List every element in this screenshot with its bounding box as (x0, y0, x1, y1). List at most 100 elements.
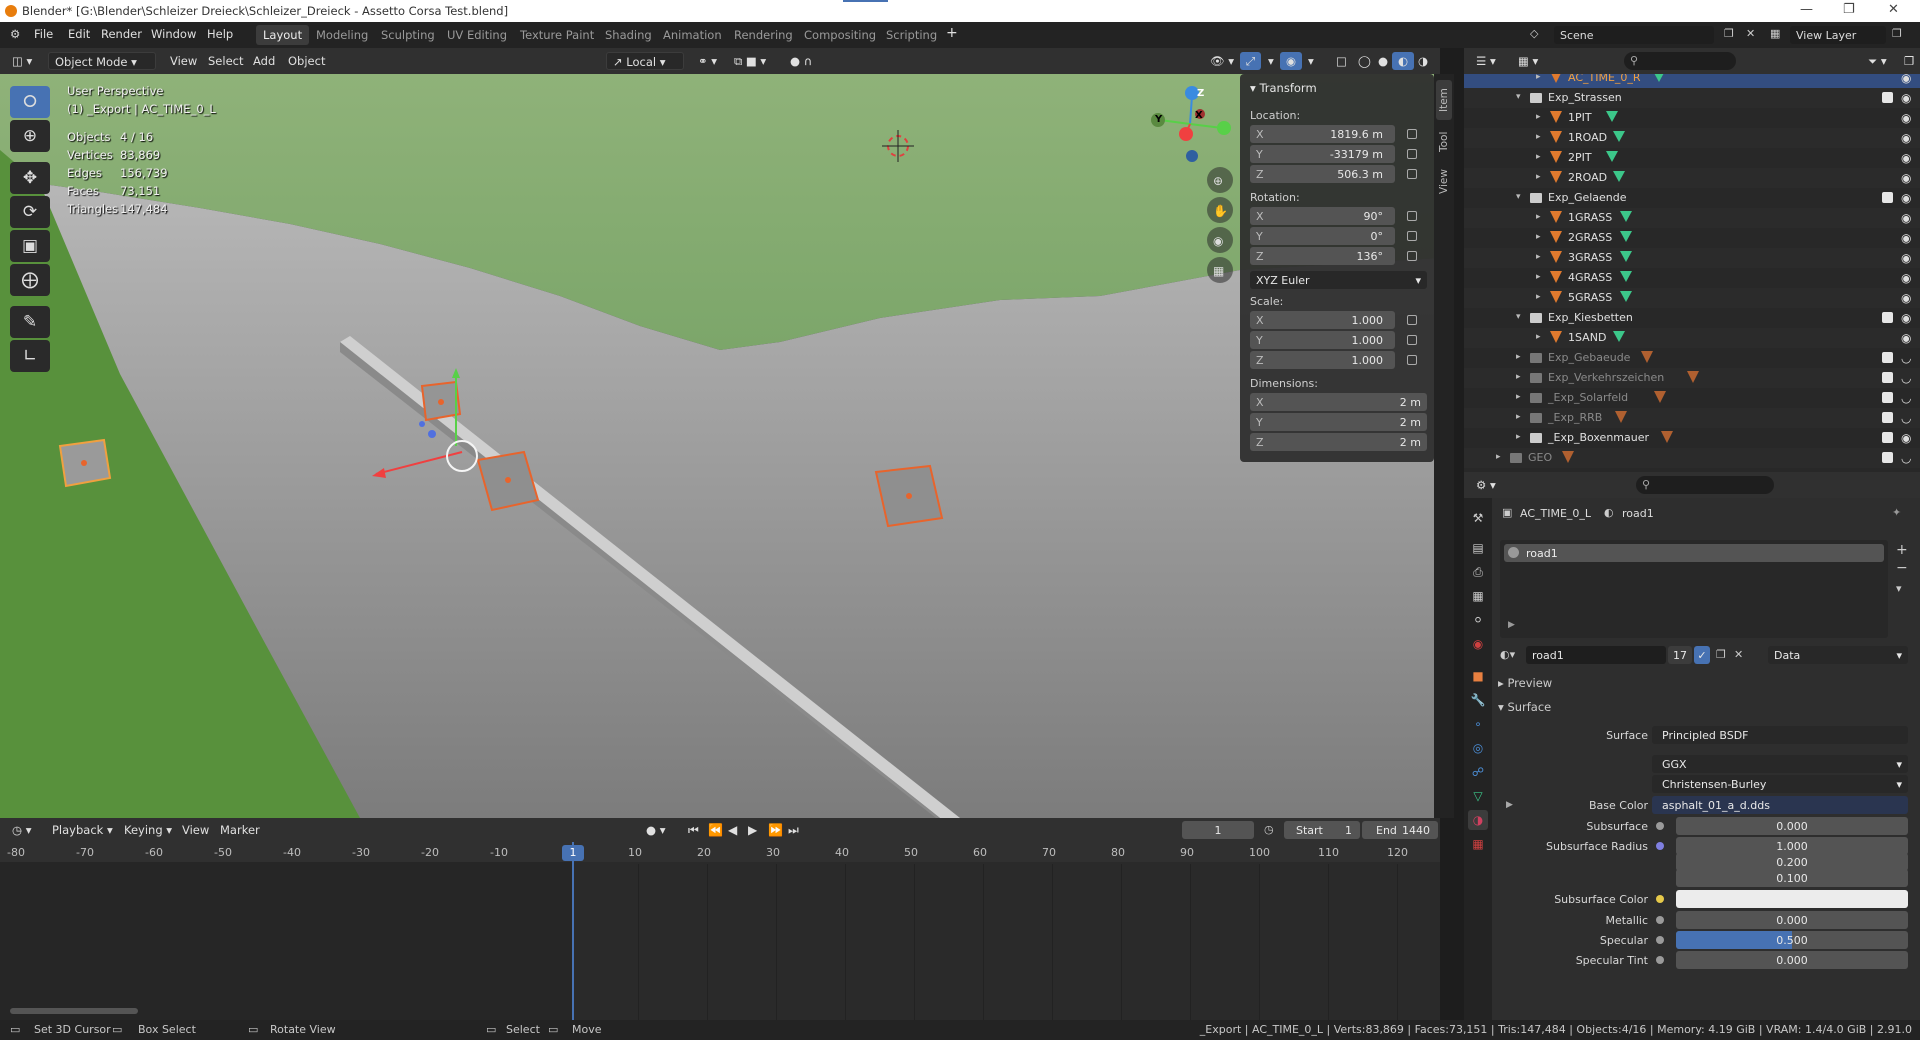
outliner-object-row[interactable]: ▸ 2PIT ◉ (1464, 148, 1920, 168)
visibility-eye-icon[interactable]: ◉ (1901, 311, 1911, 325)
visibility-eye-icon[interactable]: ◉ (1901, 231, 1911, 245)
outliner-object-row[interactable]: ▸ 5GRASS ◉ (1464, 288, 1920, 308)
surface-dropdown[interactable]: Christensen-Burley ▾ (1652, 775, 1908, 793)
keying-menu[interactable]: Keying ▾ (118, 821, 178, 839)
pivot-icon[interactable]: ⚭ ▾ (692, 52, 723, 70)
mesh-data-icon[interactable] (1619, 211, 1632, 222)
lock-icon[interactable] (1407, 211, 1417, 221)
visibility-eye-icon[interactable]: ◉ (1901, 251, 1911, 265)
remove-slot-icon[interactable]: − (1896, 560, 1908, 576)
mode-dropdown[interactable]: Object Mode ▾ (48, 52, 156, 70)
texture-tab-icon[interactable]: ▦ (1468, 834, 1488, 854)
link-dropdown[interactable]: Data ▾ (1768, 646, 1908, 664)
play-reverse-icon[interactable]: ◀ (722, 821, 743, 839)
visibility-eye-icon[interactable]: ◉ (1901, 431, 1911, 445)
playback-menu[interactable]: Playback ▾ (46, 821, 119, 839)
transform-panel-header[interactable]: ▾ Transform (1250, 81, 1317, 95)
material-slot-item[interactable]: road1 (1504, 544, 1884, 562)
workspace-tab-texture-paint[interactable]: Texture Paint (513, 25, 601, 45)
auto-keying-icon[interactable]: ● ▾ (640, 821, 671, 839)
playhead[interactable] (572, 842, 574, 1020)
exclude-checkbox[interactable] (1882, 372, 1893, 383)
socket-icon[interactable] (1656, 956, 1664, 964)
add-slot-icon[interactable]: + (1896, 542, 1908, 558)
visibility-eye-icon[interactable]: ◡ (1901, 391, 1911, 405)
visibility-eye-icon[interactable]: ◉ (1901, 74, 1911, 85)
object-menu[interactable]: Object (282, 52, 331, 70)
editor-type-icon[interactable]: ◫ ▾ (6, 52, 38, 70)
mesh-data-icon[interactable] (1613, 131, 1625, 142)
minimize-icon[interactable]: — (1800, 2, 1813, 17)
menu-window[interactable]: Window (151, 27, 196, 41)
move-tool-icon[interactable]: ✥ (10, 162, 50, 194)
exclude-checkbox[interactable] (1882, 452, 1893, 463)
outliner-collection-row[interactable]: ▸ _Exp_Solarfeld ◡ (1464, 388, 1920, 408)
outliner-object-row[interactable]: ▸ 4GRASS ◉ (1464, 268, 1920, 288)
overlay-toggle-icon[interactable]: ◉ (1280, 52, 1303, 70)
lock-icon[interactable] (1407, 251, 1417, 261)
expand-arrow-icon[interactable]: ▸ (1516, 412, 1521, 422)
exclude-checkbox[interactable] (1882, 312, 1893, 323)
menu-help[interactable]: Help (207, 27, 233, 41)
expand-list-icon[interactable]: ▶ (1508, 620, 1515, 630)
current-frame-field[interactable]: 1 (1182, 821, 1254, 839)
proportional-edit-icon[interactable]: ● ∩ (784, 52, 818, 70)
measure-tool-icon[interactable]: ∟ (10, 340, 50, 372)
child-objects-icon[interactable] (1661, 431, 1673, 443)
outliner-collection-row[interactable]: ▸ _Exp_Boxenmauer ◉ (1464, 428, 1920, 448)
dimensions-y-field[interactable]: Y 2 m (1250, 413, 1427, 431)
mesh-data-icon[interactable] (1619, 231, 1632, 242)
expand-arrow-icon[interactable]: ▸ (1536, 112, 1541, 122)
object-tab-icon[interactable]: ■ (1468, 666, 1488, 686)
workspace-tab-shading[interactable]: Shading (598, 25, 659, 45)
selected-cube-1[interactable] (58, 438, 112, 488)
visibility-eye-icon[interactable]: ◡ (1901, 371, 1911, 385)
surface-field[interactable]: 0.000 (1676, 911, 1908, 929)
3d-viewport[interactable]: ⊕ ✋ ◉ ▦ User Perspective (1) _Export | A… (0, 74, 1440, 818)
workspace-tab-modeling[interactable]: Modeling (309, 25, 375, 45)
material-tab-icon[interactable]: ◑ (1468, 810, 1488, 830)
tab-view[interactable]: View (1436, 164, 1452, 200)
expand-arrow-icon[interactable]: ▾ (1516, 192, 1521, 202)
start-frame-field[interactable]: Start 1 (1284, 821, 1360, 839)
socket-icon[interactable] (1656, 895, 1664, 903)
outliner-object-row[interactable]: ▸ AC_TIME_0_R ◉ (1464, 74, 1920, 88)
expand-base-color-icon[interactable]: ▶ (1506, 800, 1513, 810)
expand-arrow-icon[interactable]: ▸ (1536, 232, 1541, 242)
outliner-collection-row[interactable]: ▾ Exp_Kiesbetten ◉ (1464, 308, 1920, 328)
scene-tab-icon[interactable]: ⚪ (1468, 610, 1488, 630)
exclude-checkbox[interactable] (1882, 192, 1893, 203)
expand-arrow-icon[interactable]: ▸ (1536, 172, 1541, 182)
visibility-eye-icon[interactable]: ◉ (1901, 171, 1911, 185)
outliner-collection-row[interactable]: ▸ Exp_Gebaeude ◡ (1464, 348, 1920, 368)
gizmo-toggle-icon[interactable]: ⤢ (1240, 52, 1262, 70)
properties-editor-type-icon[interactable]: ⚙ ▾ (1470, 476, 1502, 494)
new-view-layer-icon[interactable]: ❐ (1892, 27, 1902, 40)
orientation-dropdown[interactable]: ↗ Local ▾ (606, 52, 684, 70)
solid-shading-icon[interactable]: ● (1372, 52, 1394, 70)
blender-menu-icon[interactable]: ⚙ (10, 27, 20, 41)
surface-panel-header[interactable]: ▾ Surface (1498, 700, 1551, 714)
mesh-data-icon[interactable] (1619, 251, 1632, 262)
workspace-tab-scripting[interactable]: Scripting (879, 25, 944, 45)
socket-icon[interactable] (1656, 822, 1664, 830)
surface-field[interactable]: asphalt_01_a_d.dds (1652, 796, 1908, 814)
preview-range-icon[interactable]: ◷ (1264, 823, 1274, 836)
visibility-eye-icon[interactable]: ◉ (1901, 131, 1911, 145)
maximize-icon[interactable]: ❐ (1843, 2, 1855, 17)
rotation-x-field[interactable]: X 90° (1250, 207, 1395, 225)
world-tab-icon[interactable]: ◉ (1468, 634, 1488, 654)
exclude-checkbox[interactable] (1882, 352, 1893, 363)
data-tab-icon[interactable]: ▽ (1468, 786, 1488, 806)
surface-field[interactable]: 0.100 (1676, 869, 1908, 887)
lock-icon[interactable] (1407, 335, 1417, 345)
new-collection-icon[interactable]: ❐ (1898, 52, 1920, 70)
outliner-object-row[interactable]: ▸ 1SAND ◉ (1464, 328, 1920, 348)
outliner-collection-row[interactable]: ▸ Exp_Verkehrszeichen ◡ (1464, 368, 1920, 388)
expand-arrow-icon[interactable]: ▸ (1536, 132, 1541, 142)
constraints-tab-icon[interactable]: ☍ (1468, 762, 1488, 782)
display-mode-icon[interactable]: ▦ ▾ (1512, 52, 1544, 70)
expand-arrow-icon[interactable]: ▸ (1536, 332, 1541, 342)
scene-field[interactable]: Scene (1554, 26, 1714, 44)
surface-field[interactable]: 0.000 (1676, 817, 1908, 835)
